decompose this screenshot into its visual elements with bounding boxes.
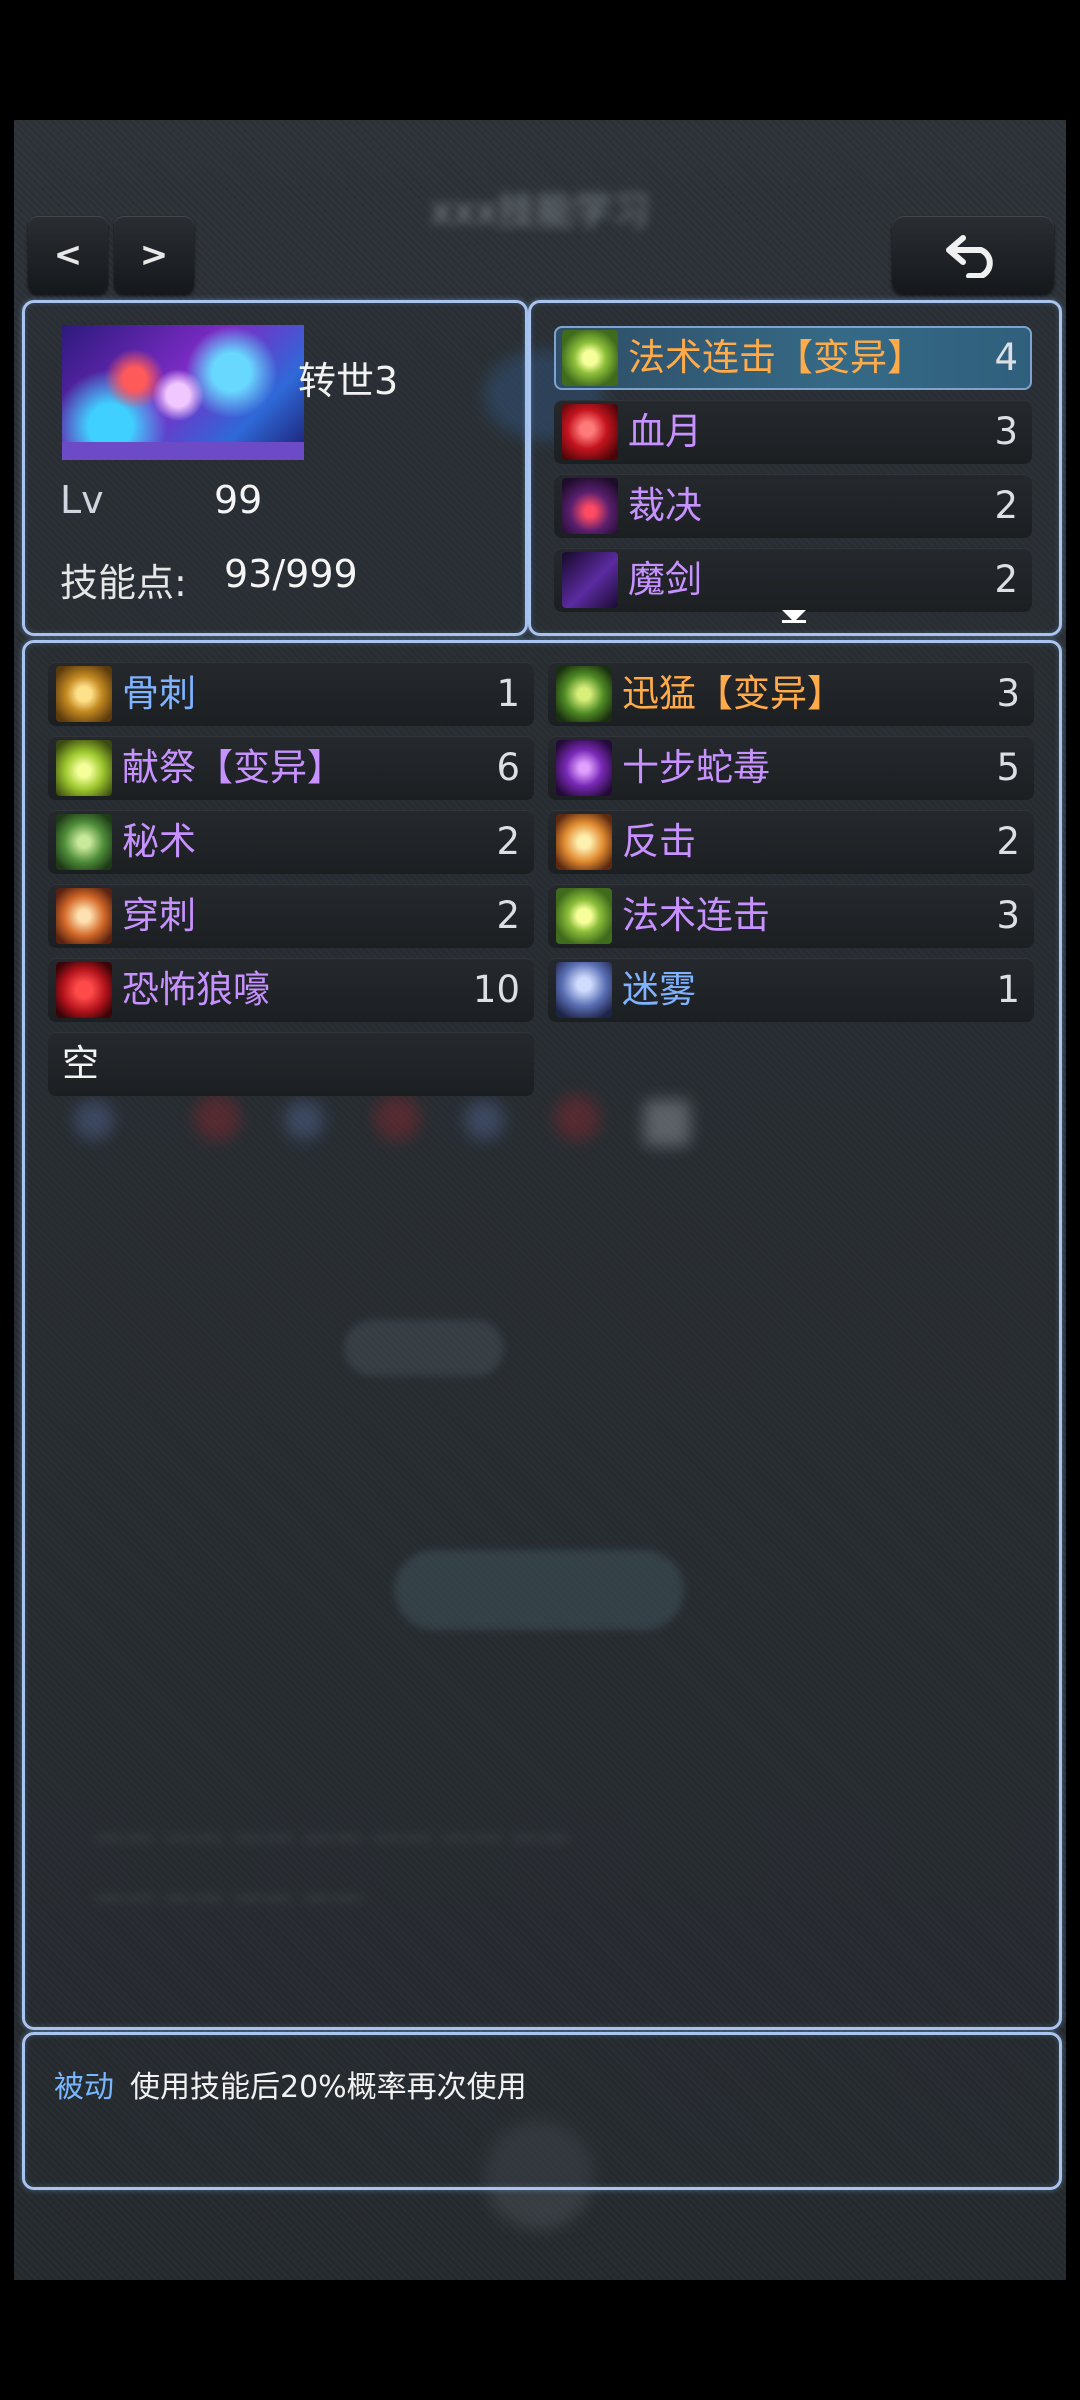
equipped-skill-row[interactable]: 法术连击【变异】 4 xyxy=(554,326,1032,390)
equipped-skill-name: 裁决 xyxy=(628,484,702,527)
left-skill-level: 2 xyxy=(496,894,520,937)
right-skill-level: 1 xyxy=(996,968,1020,1011)
left-skill-name: 恐怖狼嚎 xyxy=(122,968,270,1011)
equipped-skill-level: 3 xyxy=(994,410,1018,453)
mist-icon xyxy=(556,962,612,1018)
equipped-skill-level: 4 xyxy=(994,336,1018,379)
right-skill-row[interactable]: 法术连击 3 xyxy=(548,884,1034,948)
blood-moon-icon xyxy=(562,404,618,460)
level-label: Lv xyxy=(60,478,104,522)
right-skill-level: 3 xyxy=(996,894,1020,937)
left-skill-row[interactable]: 骨刺 1 xyxy=(48,662,534,726)
character-portrait xyxy=(62,325,304,460)
right-skill-name: 法术连击 xyxy=(622,894,770,937)
right-skill-row[interactable]: 反击 2 xyxy=(548,810,1034,874)
left-skill-row[interactable]: 空 xyxy=(48,1032,534,1096)
left-skill-level: 6 xyxy=(496,746,520,789)
skill-points-label: 技能点: xyxy=(60,561,187,605)
arcane-icon xyxy=(56,814,112,870)
wolf-howl-icon xyxy=(56,962,112,1018)
right-skill-level: 2 xyxy=(996,820,1020,863)
equipped-skill-row[interactable]: 裁决 2 xyxy=(554,474,1032,538)
equipped-skill-row[interactable]: 血月 3 xyxy=(554,400,1032,464)
undo-arrow-icon xyxy=(946,235,993,278)
left-skill-level: 10 xyxy=(472,968,520,1011)
bone-spike-icon xyxy=(56,666,112,722)
right-skill-row[interactable]: 迷雾 1 xyxy=(548,958,1034,1022)
equipped-skill-name: 魔剑 xyxy=(628,558,702,601)
pierce-icon xyxy=(56,888,112,944)
right-skill-row[interactable]: 迅猛【变异】 3 xyxy=(548,662,1034,726)
description-panel xyxy=(22,2032,1062,2190)
left-skill-row[interactable]: 恐怖狼嚎 10 xyxy=(48,958,534,1022)
magic-combo-icon xyxy=(556,888,612,944)
swift-icon xyxy=(556,666,612,722)
left-skill-row[interactable]: 秘术 2 xyxy=(48,810,534,874)
equipped-skill-name: 血月 xyxy=(628,410,702,453)
right-skill-name: 迅猛【变异】 xyxy=(622,672,844,715)
left-skill-level: 2 xyxy=(496,820,520,863)
left-skill-name: 空 xyxy=(62,1042,99,1085)
equipped-skill-level: 2 xyxy=(994,484,1018,527)
level-value: 99 xyxy=(214,478,263,522)
right-skill-level: 5 xyxy=(996,746,1020,789)
counter-icon xyxy=(556,814,612,870)
equipped-skill-row[interactable]: 魔剑 2 xyxy=(554,548,1032,612)
left-skill-row[interactable]: 献祭【变异】 6 xyxy=(48,736,534,800)
equipped-skill-level: 2 xyxy=(994,558,1018,601)
demon-sword-icon xyxy=(562,552,618,608)
skill-points-value: 93/999 xyxy=(224,552,358,596)
left-skill-name: 秘术 xyxy=(122,820,196,863)
scroll-down-indicator-icon[interactable] xyxy=(782,610,806,623)
sacrifice-icon xyxy=(56,740,112,796)
left-skill-name: 穿刺 xyxy=(122,894,196,937)
left-skill-name: 骨刺 xyxy=(122,672,196,715)
next-button[interactable]: > xyxy=(114,216,194,294)
judgment-icon xyxy=(562,478,618,534)
left-skill-name: 献祭【变异】 xyxy=(122,746,344,789)
equipped-skill-name: 法术连击【变异】 xyxy=(628,336,924,379)
right-skill-name: 十步蛇毒 xyxy=(622,746,770,789)
right-skill-row[interactable]: 十步蛇毒 5 xyxy=(548,736,1034,800)
right-skill-name: 迷雾 xyxy=(622,968,696,1011)
skill-type-tag: 被动 xyxy=(54,2070,114,2105)
reborn-label: 转世3 xyxy=(298,359,399,403)
right-skill-level: 3 xyxy=(996,672,1020,715)
right-skill-name: 反击 xyxy=(622,820,696,863)
left-skill-row[interactable]: 穿刺 2 xyxy=(48,884,534,948)
left-skill-level: 1 xyxy=(496,672,520,715)
magic-combo-icon xyxy=(562,330,618,386)
back-button[interactable] xyxy=(892,216,1054,294)
snake-venom-icon xyxy=(556,740,612,796)
prev-button[interactable]: < xyxy=(28,216,108,294)
skill-description: 使用技能后20%概率再次使用 xyxy=(130,2070,527,2105)
